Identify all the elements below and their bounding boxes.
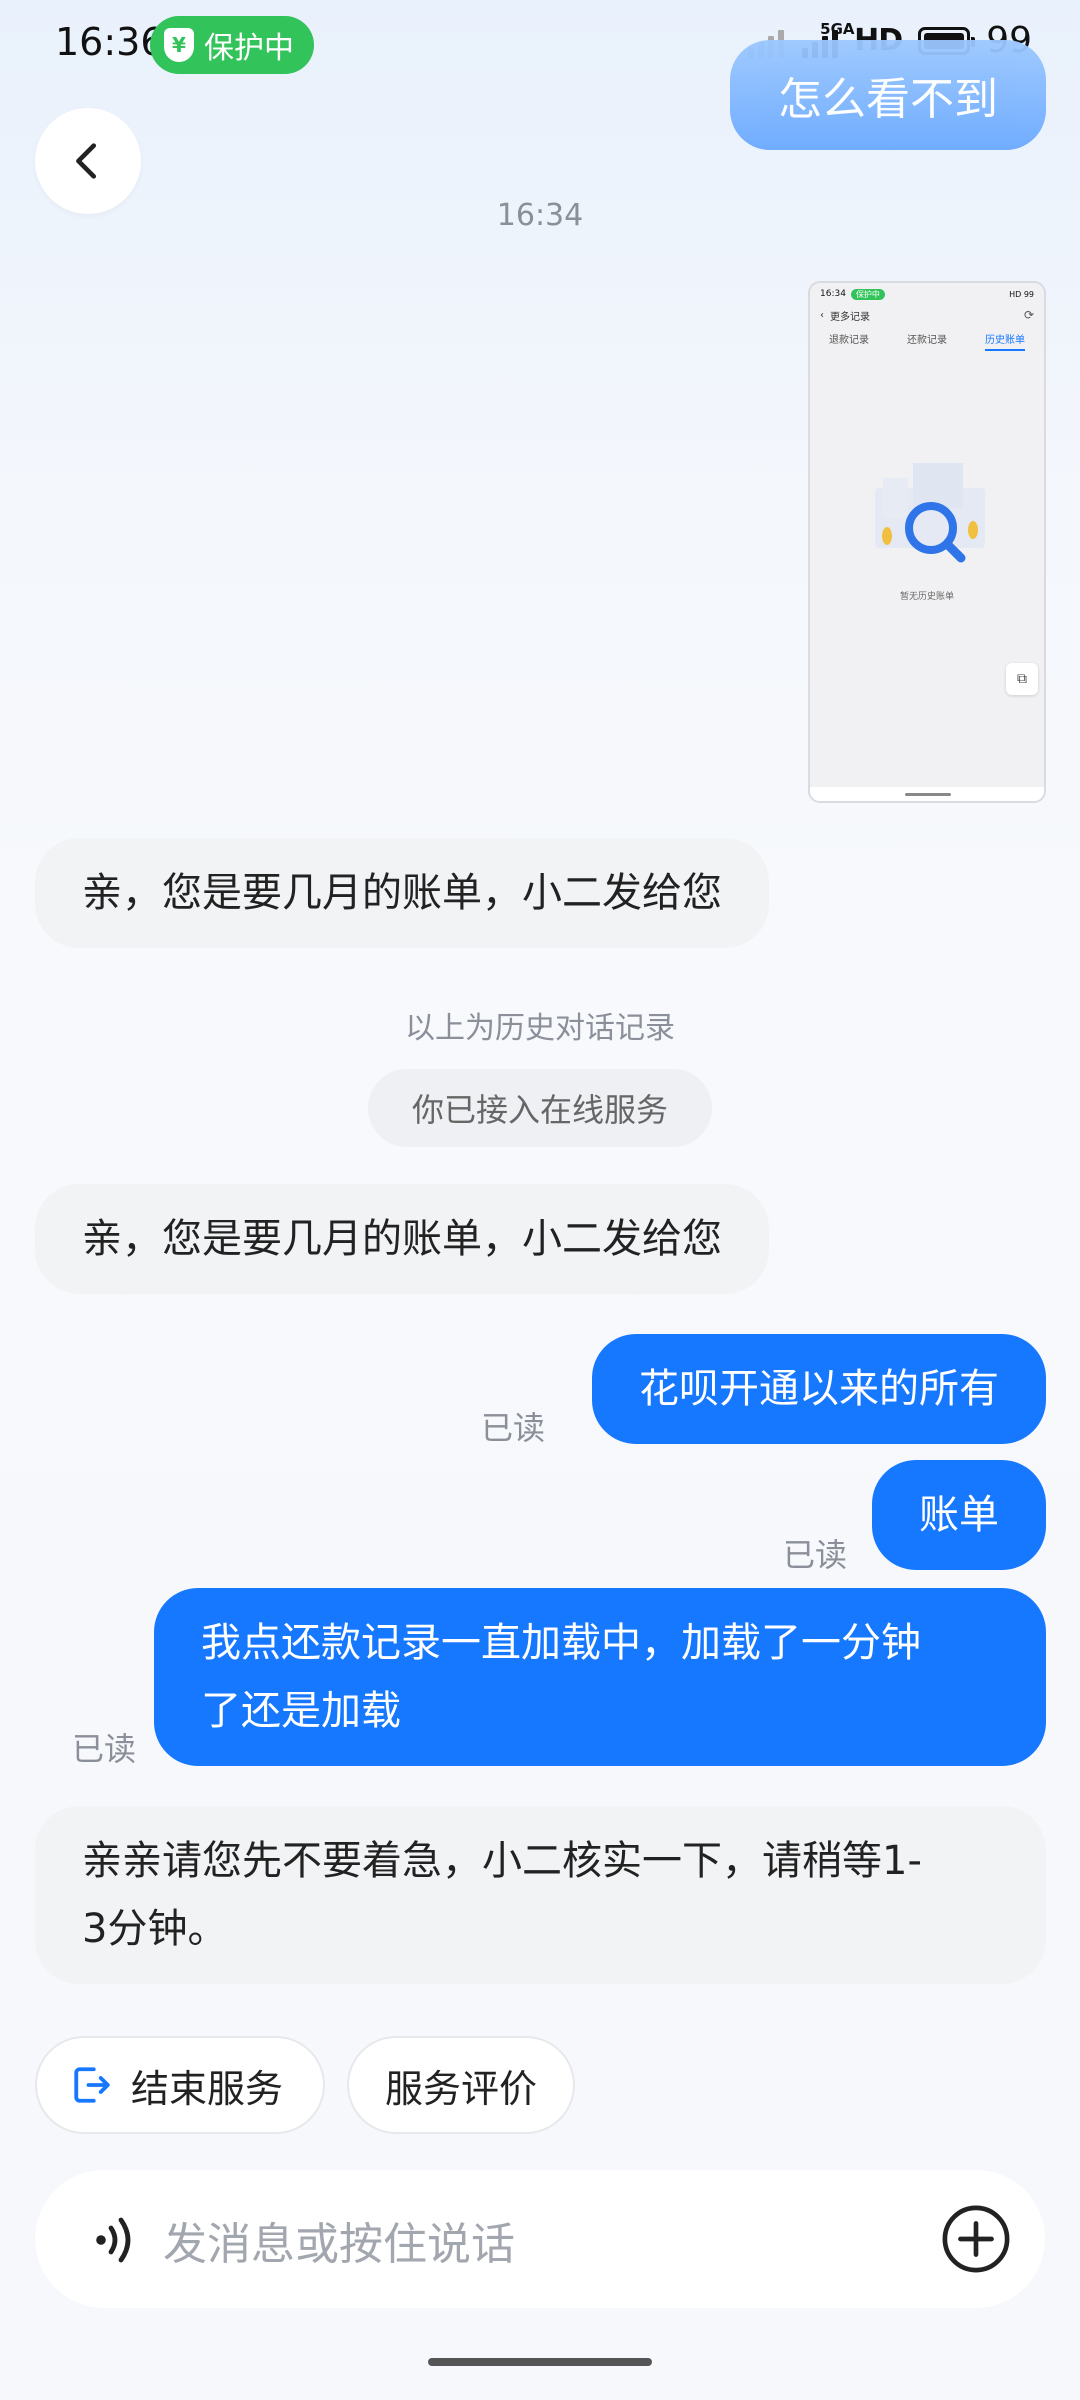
connected-notice: 你已接入在线服务 bbox=[368, 1069, 712, 1147]
thumb-refresh-icon: ⟳ bbox=[1023, 308, 1034, 322]
thumb-home-indicator bbox=[905, 793, 951, 796]
history-notice: 以上为历史对话记录 bbox=[405, 1011, 675, 1046]
message-bubble-agent: 亲，您是要几月的账单，小二发给您 bbox=[35, 838, 769, 948]
read-receipt: 已读 bbox=[72, 1730, 137, 1768]
message-bubble-user-top: 怎么看不到 bbox=[730, 40, 1046, 150]
rate-service-label: 服务评价 bbox=[384, 2066, 537, 2111]
message-line: 3分钟。 bbox=[82, 1906, 228, 1952]
voice-icon[interactable] bbox=[87, 2212, 143, 2268]
thumb-nav: ‹ 更多记录 ⟳ bbox=[810, 305, 1044, 325]
end-service-label: 结束服务 bbox=[131, 2066, 284, 2111]
message-bubble-user: 我点还款记录一直加载中，加载了一分钟 了还是加载 bbox=[154, 1588, 1046, 1766]
end-service-button[interactable]: 结束服务 bbox=[35, 2036, 325, 2134]
message-bubble-user: 账单 bbox=[872, 1460, 1046, 1570]
thumb-tabs: 退款记录 还款记录 历史账单 bbox=[810, 331, 1044, 351]
thumb-nav-title: 更多记录 bbox=[830, 311, 870, 323]
message-input-bar[interactable]: 发消息或按住说话 bbox=[35, 2170, 1045, 2308]
message-bubble-agent: 亲，您是要几月的账单，小二发给您 bbox=[35, 1184, 769, 1294]
thumb-status-right: HD 99 bbox=[1009, 289, 1034, 299]
message-bubble-user: 花呗开通以来的所有 bbox=[592, 1334, 1046, 1444]
protect-badge[interactable]: ¥ 保护中 bbox=[150, 16, 314, 74]
thumb-tab-history: 历史账单 bbox=[985, 331, 1025, 351]
plus-icon[interactable] bbox=[941, 2204, 1011, 2274]
message-bubble-agent: 亲亲请您先不要着急，小二核实一下，请稍等1- 3分钟。 bbox=[35, 1806, 1046, 1984]
home-indicator bbox=[428, 2358, 652, 2366]
network-label: 5GA bbox=[820, 19, 855, 38]
protect-label: 保护中 bbox=[204, 31, 294, 66]
exit-icon bbox=[74, 2067, 110, 2103]
empty-search-illustration bbox=[875, 463, 985, 563]
thumb-empty-text: 暂无历史账单 bbox=[899, 592, 954, 602]
shield-icon: ¥ bbox=[164, 28, 194, 62]
thumb-protect-pill: 保护中 bbox=[850, 288, 885, 300]
thumb-time: 16:34 bbox=[820, 289, 846, 299]
rate-service-button[interactable]: 服务评价 bbox=[347, 2036, 575, 2134]
thumb-tab-repay: 还款记录 bbox=[907, 335, 947, 346]
screenshot-image[interactable]: 16:34 保护中 HD 99 ‹ 更多记录 ⟳ 退款记录 还款记录 历史账单 … bbox=[808, 281, 1046, 803]
message-input[interactable]: 发消息或按住说话 bbox=[163, 2208, 515, 2272]
message-line: 了还是加载 bbox=[201, 1688, 401, 1734]
thumb-copy-icon: ⧉ bbox=[1006, 663, 1038, 695]
status-time: 16:36 bbox=[55, 20, 165, 64]
message-line: 我点还款记录一直加载中，加载了一分钟 bbox=[201, 1620, 921, 1666]
back-arrow-icon bbox=[76, 143, 97, 179]
read-receipt: 已读 bbox=[481, 1409, 546, 1447]
chat-timestamp: 16:34 bbox=[496, 198, 584, 233]
message-line: 亲亲请您先不要着急，小二核实一下，请稍等1- bbox=[82, 1838, 922, 1884]
thumb-tab-refund: 退款记录 bbox=[829, 335, 869, 346]
read-receipt: 已读 bbox=[783, 1536, 848, 1574]
thumb-back-icon: ‹ bbox=[820, 309, 824, 321]
thumb-status-bar: 16:34 保护中 HD 99 bbox=[810, 283, 1044, 305]
